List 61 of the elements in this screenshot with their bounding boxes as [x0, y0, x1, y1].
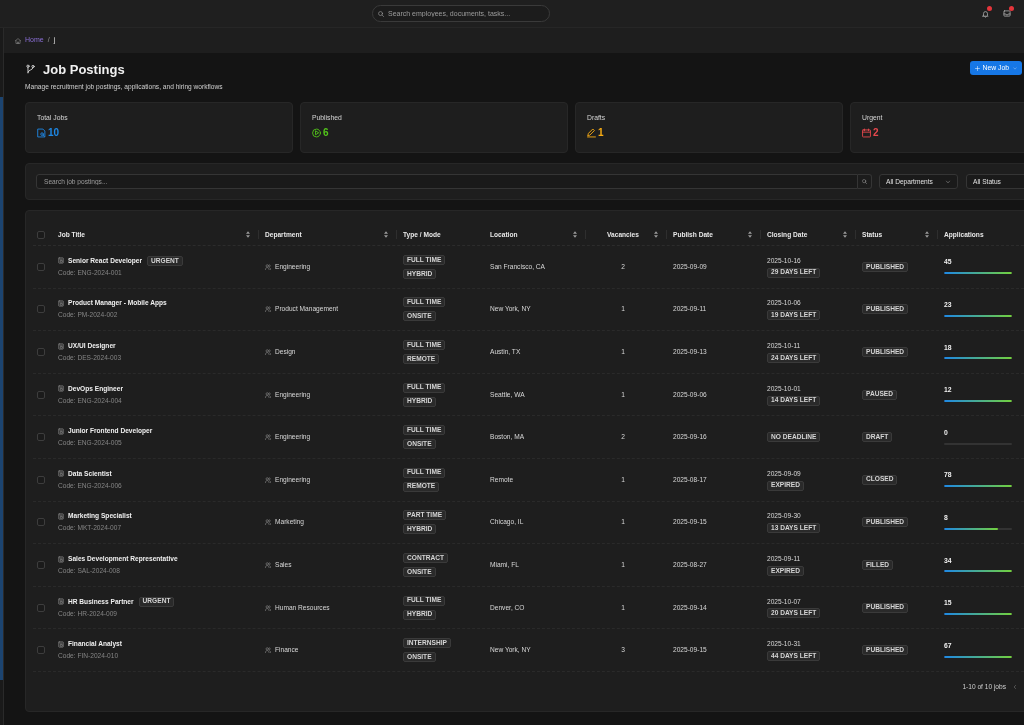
branch-icon: [26, 63, 35, 75]
sort-icon[interactable]: [573, 231, 577, 239]
checkbox[interactable]: [37, 475, 45, 484]
sort-icon[interactable]: [384, 231, 388, 239]
stat-value: 10: [48, 127, 60, 138]
checkbox[interactable]: [37, 560, 45, 569]
inbox-button[interactable]: [1002, 8, 1012, 19]
document-icon: [58, 385, 64, 393]
checkbox[interactable]: [37, 433, 45, 442]
users-icon: [265, 519, 271, 526]
stat-value: 2: [873, 127, 879, 138]
checkbox[interactable]: [37, 348, 45, 356]
sort-icon[interactable]: [925, 231, 929, 239]
checkbox[interactable]: [37, 231, 45, 239]
checkbox[interactable]: [37, 603, 45, 612]
users-icon: [265, 604, 271, 611]
page-title: Job Postings: [43, 62, 125, 76]
search-button[interactable]: [858, 174, 872, 189]
bell-icon: [981, 9, 989, 18]
sort-icon[interactable]: [843, 231, 847, 239]
sort-icon[interactable]: [654, 231, 658, 239]
notifications-button[interactable]: [980, 8, 990, 19]
checkbox[interactable]: [37, 390, 45, 399]
document-icon: [58, 555, 64, 563]
chevron-left-icon: [1013, 683, 1017, 690]
checkbox[interactable]: [37, 305, 45, 314]
users-icon: [265, 391, 271, 398]
document-icon: [58, 640, 64, 648]
sort-icon[interactable]: [748, 231, 752, 239]
users-icon: [265, 561, 271, 568]
users-icon: [265, 263, 271, 270]
users-icon: [265, 306, 271, 313]
stat-value: 1: [598, 127, 604, 138]
search-icon: [378, 10, 384, 17]
home-icon: [15, 37, 21, 44]
document-icon: [58, 299, 64, 307]
document-icon: [58, 257, 64, 265]
checkbox[interactable]: [37, 646, 45, 655]
inbox-icon: [1003, 10, 1011, 17]
checkbox[interactable]: [37, 518, 45, 527]
document-icon: [58, 427, 64, 435]
plus-icon: [974, 65, 980, 71]
search-icon: [862, 179, 867, 184]
pencil-icon: [587, 127, 596, 138]
stat-value: 6: [323, 127, 329, 138]
calendar-icon: [862, 127, 871, 138]
chevron-down-icon: [945, 179, 951, 184]
document-icon: [58, 512, 64, 520]
users-icon: [265, 476, 271, 483]
play-circle-icon: [312, 127, 321, 138]
chevron-down-icon: [1013, 66, 1017, 70]
document-search-icon: [37, 127, 46, 138]
users-icon: [265, 434, 271, 441]
users-icon: [265, 348, 271, 355]
checkbox[interactable]: [37, 262, 45, 271]
document-icon: [58, 342, 64, 350]
previous-page-button[interactable]: [1012, 682, 1018, 691]
sort-icon[interactable]: [246, 231, 250, 239]
users-icon: [265, 647, 271, 654]
document-icon: [58, 470, 64, 478]
document-icon: [58, 598, 64, 606]
